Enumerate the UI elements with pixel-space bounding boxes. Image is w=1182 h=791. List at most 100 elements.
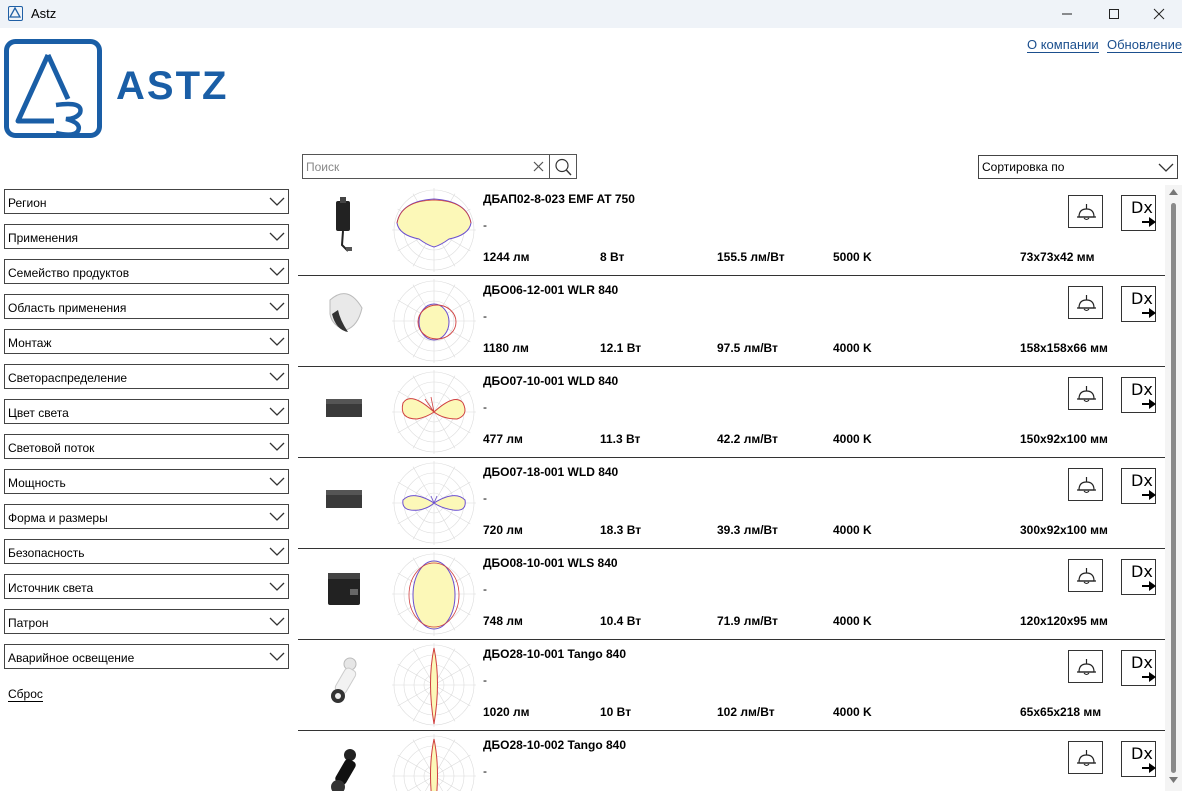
product-row[interactable]: ДБО07-10-001 WLD 840 - 477 лм 11.3 Вт 42.2 л… bbox=[298, 367, 1165, 458]
dialux-export-button[interactable]: Dx bbox=[1121, 377, 1156, 413]
filter-label: Применения bbox=[8, 231, 79, 245]
filter-label: Форма и размеры bbox=[8, 511, 108, 525]
light-distribution-diagram bbox=[392, 734, 476, 791]
chevron-down-icon bbox=[269, 582, 285, 591]
close-button[interactable] bbox=[1136, 0, 1182, 28]
product-flux: 477 лм bbox=[483, 432, 523, 446]
product-cct: 4000 K bbox=[833, 432, 872, 446]
product-row[interactable]: ДБО06-12-001 WLR 840 - 1180 лм 12.1 Вт 97.5 … bbox=[298, 276, 1165, 367]
arrow-right-icon bbox=[1142, 308, 1156, 318]
product-name: ДБО28-10-002 Tango 840 bbox=[483, 738, 627, 752]
pendant-lamp-icon bbox=[1077, 386, 1096, 402]
sort-dropdown[interactable]: Сортировка по bbox=[978, 155, 1178, 179]
pendant-lamp-icon bbox=[1077, 750, 1096, 766]
product-row[interactable]: ДБО07-18-001 WLD 840 - 720 лм 18.3 Вт 39.3 л… bbox=[298, 458, 1165, 549]
reset-filters-link[interactable]: Сброс bbox=[8, 687, 43, 702]
lamp-view-button[interactable] bbox=[1068, 468, 1103, 501]
product-name: ДБО08-10-001 WLS 840 bbox=[483, 556, 618, 570]
product-name: ДБО07-18-001 WLD 840 bbox=[483, 465, 619, 479]
product-size: 73x73x42 мм bbox=[1020, 250, 1095, 264]
arrow-right-icon bbox=[1142, 763, 1156, 773]
product-image bbox=[329, 293, 363, 332]
product-size: 300x92x100 мм bbox=[1020, 523, 1108, 537]
window-title: Astz bbox=[31, 6, 57, 21]
dx-label: Dx bbox=[1131, 471, 1153, 490]
chevron-down-icon bbox=[1158, 163, 1174, 172]
minimize-button[interactable] bbox=[1044, 0, 1090, 28]
filter-dropdown[interactable]: Световой поток bbox=[4, 434, 289, 459]
about-company-link[interactable]: О компании bbox=[1027, 37, 1099, 53]
chevron-down-icon bbox=[269, 512, 285, 521]
filter-dropdown[interactable]: Аварийное освещение bbox=[4, 644, 289, 669]
pendant-lamp-icon bbox=[1077, 477, 1096, 493]
search-button[interactable] bbox=[550, 154, 577, 179]
filter-dropdown[interactable]: Форма и размеры bbox=[4, 504, 289, 529]
chevron-down-icon bbox=[269, 652, 285, 661]
filter-dropdown[interactable]: Применения bbox=[4, 224, 289, 249]
product-size: 150x92x100 мм bbox=[1020, 432, 1108, 446]
dx-label: Dx bbox=[1131, 744, 1153, 763]
dialux-export-button[interactable]: Dx bbox=[1121, 468, 1156, 504]
lamp-view-button[interactable] bbox=[1068, 559, 1103, 592]
chevron-down-icon bbox=[269, 197, 285, 206]
product-flux: 748 лм bbox=[483, 614, 523, 628]
product-row[interactable]: ДБО28-10-002 Tango 840 - Dx bbox=[298, 731, 1165, 791]
maximize-button[interactable] bbox=[1091, 0, 1137, 28]
filter-dropdown[interactable]: Цвет света bbox=[4, 399, 289, 424]
clear-search-icon[interactable] bbox=[532, 160, 545, 173]
product-description: - bbox=[483, 309, 487, 323]
filter-dropdown[interactable]: Светораспределение bbox=[4, 364, 289, 389]
scrollbar[interactable] bbox=[1165, 185, 1182, 791]
dialux-export-button[interactable]: Dx bbox=[1121, 650, 1156, 686]
scroll-down-icon[interactable] bbox=[1169, 777, 1178, 783]
product-description: - bbox=[483, 582, 487, 596]
product-size: 65x65x218 мм bbox=[1020, 705, 1102, 719]
dialux-export-button[interactable]: Dx bbox=[1121, 195, 1156, 231]
product-size: 158x158x66 мм bbox=[1020, 341, 1108, 355]
product-efficacy: 39.3 лм/Вт bbox=[717, 523, 778, 537]
dialux-export-button[interactable]: Dx bbox=[1121, 286, 1156, 322]
dialux-export-button[interactable]: Dx bbox=[1121, 741, 1156, 777]
chevron-down-icon bbox=[269, 372, 285, 381]
product-description: - bbox=[483, 491, 487, 505]
lamp-view-button[interactable] bbox=[1068, 650, 1103, 683]
filter-label: Аварийное освещение bbox=[8, 651, 135, 665]
filter-label: Область применения bbox=[8, 301, 127, 315]
arrow-right-icon bbox=[1142, 672, 1156, 682]
update-link[interactable]: Обновление bbox=[1107, 37, 1182, 53]
product-image bbox=[326, 490, 362, 508]
dialux-export-button[interactable]: Dx bbox=[1121, 559, 1156, 595]
filter-dropdown[interactable]: Область применения bbox=[4, 294, 289, 319]
filter-dropdown[interactable]: Безопасность bbox=[4, 539, 289, 564]
filter-label: Цвет света bbox=[8, 406, 69, 420]
filter-dropdown[interactable]: Источник света bbox=[4, 574, 289, 599]
product-row[interactable]: ДБО08-10-001 WLS 840 - 748 лм 10.4 Вт 71.9 л… bbox=[298, 549, 1165, 640]
filter-dropdown[interactable]: Патрон bbox=[4, 609, 289, 634]
product-row[interactable]: ДБАП02-8-023 EMF AT 750 - 1244 лм 8 Вт 155.5… bbox=[298, 185, 1165, 276]
search-input[interactable] bbox=[303, 155, 523, 178]
close-icon bbox=[1153, 8, 1165, 20]
filter-label: Регион bbox=[8, 196, 47, 210]
scroll-up-icon[interactable] bbox=[1169, 189, 1178, 195]
product-row[interactable]: ДБО28-10-001 Tango 840 - 1020 лм 10 Вт 102 л… bbox=[298, 640, 1165, 731]
scrollbar-thumb[interactable] bbox=[1171, 203, 1176, 773]
filter-dropdown[interactable]: Регион bbox=[4, 189, 289, 214]
chevron-down-icon bbox=[269, 547, 285, 556]
search-box bbox=[302, 154, 550, 179]
lamp-view-button[interactable] bbox=[1068, 741, 1103, 774]
filter-label: Источник света bbox=[8, 581, 94, 595]
filter-dropdown[interactable]: Семейство продуктов bbox=[4, 259, 289, 284]
filter-dropdown[interactable]: Монтаж bbox=[4, 329, 289, 354]
sort-label: Сортировка по bbox=[982, 160, 1065, 174]
product-cct: 4000 K bbox=[833, 341, 872, 355]
filter-dropdown[interactable]: Мощность bbox=[4, 469, 289, 494]
chevron-down-icon bbox=[269, 617, 285, 626]
filter-label: Световой поток bbox=[8, 441, 95, 455]
lamp-view-button[interactable] bbox=[1068, 195, 1103, 228]
product-image bbox=[326, 399, 362, 417]
product-name: ДБО06-12-001 WLR 840 bbox=[483, 283, 619, 297]
lamp-view-button[interactable] bbox=[1068, 377, 1103, 410]
chevron-down-icon bbox=[269, 477, 285, 486]
dx-label: Dx bbox=[1131, 653, 1153, 672]
lamp-view-button[interactable] bbox=[1068, 286, 1103, 319]
